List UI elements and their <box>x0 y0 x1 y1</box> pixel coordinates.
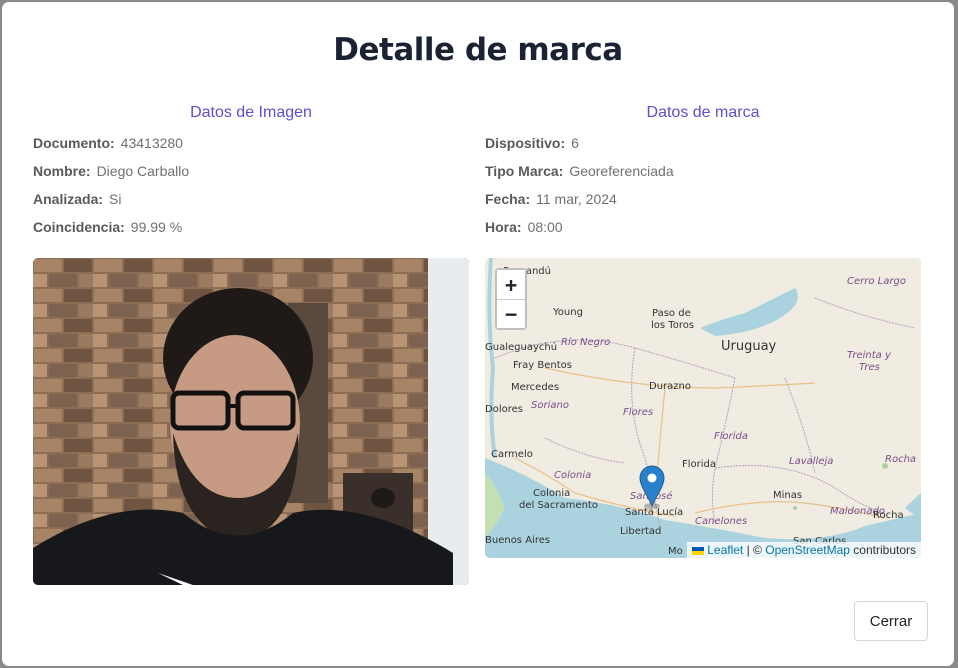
field-name: Nombre: Diego Carballo <box>33 164 469 192</box>
svg-text:Durazno: Durazno <box>649 381 691 392</box>
field-label: Nombre: <box>33 163 91 179</box>
field-label: Documento: <box>33 135 115 151</box>
svg-text:Tres: Tres <box>859 362 880 373</box>
map-zoom-control: + − <box>495 268 527 330</box>
svg-text:Treinta y: Treinta y <box>847 350 892 361</box>
svg-text:Mo: Mo <box>668 546 683 557</box>
ukraine-flag-icon <box>692 546 705 555</box>
field-match: Coincidencia: 99.99 % <box>33 220 469 248</box>
svg-text:Colonia: Colonia <box>533 488 570 499</box>
location-map[interactable]: Paysandú Young Paso de los Toros Uruguay… <box>485 258 921 558</box>
svg-text:Florida: Florida <box>682 459 716 470</box>
svg-text:Uruguay: Uruguay <box>721 339 777 354</box>
map-tiles: Paysandú Young Paso de los Toros Uruguay… <box>485 258 921 558</box>
svg-text:Young: Young <box>552 307 583 318</box>
face-photo-illustration <box>33 258 469 585</box>
image-data-section: Datos de Imagen Documento: 43413280 Nombr… <box>33 104 469 248</box>
field-value: Si <box>109 191 122 207</box>
svg-text:Libertad: Libertad <box>620 526 661 537</box>
attribution-separator: | © <box>746 543 762 557</box>
field-label: Hora: <box>485 219 522 235</box>
field-value: 99.99 % <box>130 219 183 235</box>
field-date: Fecha: 11 mar, 2024 <box>485 192 921 220</box>
svg-text:Buenos Aires: Buenos Aires <box>485 535 550 546</box>
field-mark-type: Tipo Marca: Georeferenciada <box>485 164 921 192</box>
attribution-suffix: contributors <box>853 543 916 557</box>
field-time: Hora: 08:00 <box>485 220 921 248</box>
field-value: Diego Carballo <box>96 163 190 179</box>
svg-text:Colonia: Colonia <box>554 470 591 481</box>
field-value: 43413280 <box>120 135 183 151</box>
svg-text:Soriano: Soriano <box>531 400 569 411</box>
modal-title: Detalle de marca <box>333 32 623 68</box>
svg-text:Flores: Flores <box>623 407 653 418</box>
field-label: Tipo Marca: <box>485 163 564 179</box>
svg-text:Rocha: Rocha <box>873 510 904 521</box>
field-label: Dispositivo: <box>485 135 566 151</box>
field-device: Dispositivo: 6 <box>485 136 921 164</box>
svg-text:Río Negro: Río Negro <box>561 336 610 348</box>
svg-text:Minas: Minas <box>773 490 802 501</box>
zoom-in-button[interactable]: + <box>497 270 525 299</box>
svg-text:Lavalleja: Lavalleja <box>789 456 833 467</box>
field-value: 6 <box>571 135 579 151</box>
field-document: Documento: 43413280 <box>33 136 469 164</box>
field-analyzed: Analizada: Si <box>33 192 469 220</box>
zoom-out-button[interactable]: − <box>497 299 525 328</box>
svg-text:del Sacramento: del Sacramento <box>519 500 598 511</box>
svg-text:Paso de: Paso de <box>652 308 691 319</box>
close-button[interactable]: Cerrar <box>854 601 928 641</box>
openstreetmap-link[interactable]: OpenStreetMap <box>765 543 850 557</box>
field-label: Fecha: <box>485 191 531 207</box>
svg-text:Gualeguaychú: Gualeguaychú <box>485 341 557 353</box>
svg-text:Carmelo: Carmelo <box>491 449 533 460</box>
svg-text:los Toros: los Toros <box>651 320 694 331</box>
field-label: Coincidencia: <box>33 219 125 235</box>
map-attribution: Leaflet | © OpenStreetMap contributors <box>687 542 921 558</box>
mark-data-heading: Datos de marca <box>646 104 760 121</box>
svg-text:Mercedes: Mercedes <box>511 382 559 393</box>
field-label: Analizada: <box>33 191 104 207</box>
svg-text:Rocha: Rocha <box>885 454 916 465</box>
image-data-heading: Datos de Imagen <box>190 104 312 121</box>
captured-photo <box>33 258 469 585</box>
svg-text:Cerro Largo: Cerro Largo <box>847 276 906 287</box>
svg-text:Canelones: Canelones <box>695 516 747 527</box>
svg-text:Florida: Florida <box>714 431 748 442</box>
svg-text:Dolores: Dolores <box>485 404 523 415</box>
mark-data-section: Datos de marca Dispositivo: 6 Tipo Marca:… <box>485 104 921 248</box>
leaflet-link[interactable]: Leaflet <box>707 543 743 557</box>
field-value: Georeferenciada <box>569 163 674 179</box>
field-value: 11 mar, 2024 <box>536 191 617 207</box>
svg-text:Fray Bentos: Fray Bentos <box>513 360 572 371</box>
field-value: 08:00 <box>527 219 563 235</box>
